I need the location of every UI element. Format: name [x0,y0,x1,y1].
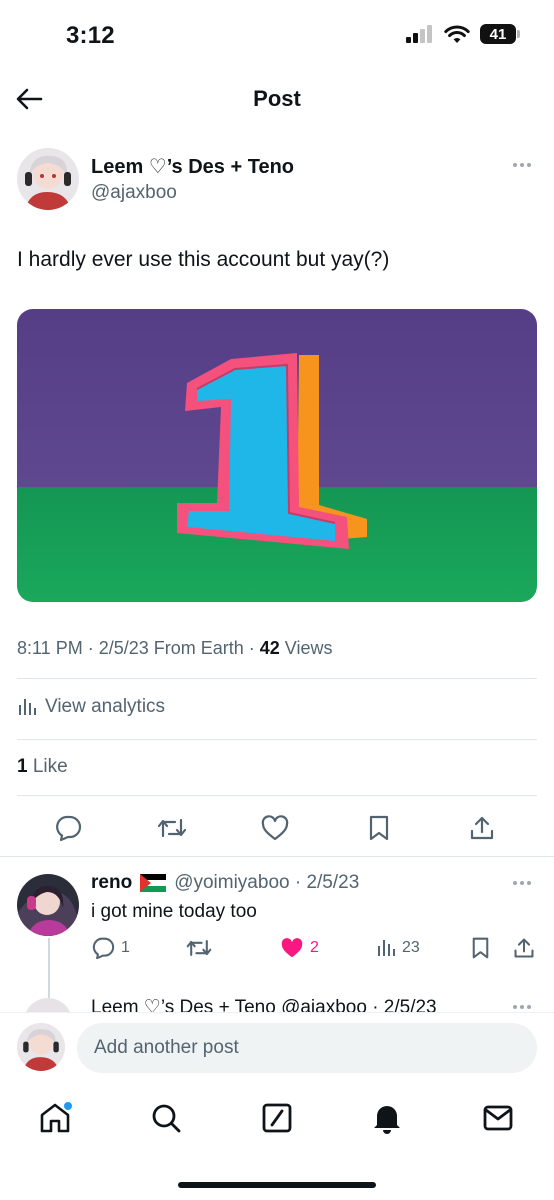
post-more-button[interactable] [510,160,534,170]
like-button[interactable] [259,812,291,844]
view-analytics-link[interactable]: View analytics [17,694,165,720]
next-reply-more-button[interactable] [510,1002,534,1012]
analytics-icon [19,699,36,715]
tab-home[interactable] [35,1098,75,1138]
post-text: I hardly ever use this account but yay(?… [17,248,390,271]
battery-indicator: 41 [480,24,520,44]
reply-author-avatar[interactable] [17,874,79,936]
likes-count: 1 [17,756,28,777]
post-action-bar [0,808,554,848]
author-name[interactable]: Leem ♡’s Des + Teno [91,154,294,179]
post-timestamp: 8:11 PM · 2/5/23 From Earth · [17,638,260,658]
share-button[interactable] [466,812,498,844]
repost-icon [157,818,187,838]
reply-icon [56,815,82,841]
author-avatar[interactable] [17,148,79,210]
views-label: Views [279,638,333,658]
author-avatar-image [17,148,79,210]
reply-more-button[interactable] [510,878,534,888]
cellular-signal-icon [406,25,432,43]
share-icon [514,938,534,958]
reply-author-name[interactable]: reno [91,872,132,894]
reply-composer [0,1012,554,1084]
view-analytics-label: View analytics [45,696,166,717]
divider [0,856,554,857]
reply-share-button[interactable] [513,936,535,960]
home-icon [40,1102,72,1133]
share-icon [470,816,494,840]
my-avatar [17,1023,65,1071]
reply-icon [92,937,115,959]
wifi-icon [444,25,470,43]
bookmark-icon [472,937,489,959]
reply-text: i got mine today too [91,901,257,922]
post-image[interactable] [17,309,537,602]
repost-icon [186,940,212,956]
views-count: 42 [259,638,280,658]
bookmark-button[interactable] [363,812,395,844]
number-one-artwork [17,309,537,602]
analytics-icon [378,940,395,956]
next-reply-preview[interactable]: Leem ♡’s Des + Teno @ajaxboo · 2/5/23 [0,990,554,1014]
home-indicator [178,1182,376,1188]
likes-label: Like [27,756,68,777]
tab-search[interactable] [146,1098,186,1138]
messages-icon [483,1105,513,1131]
like-icon [261,815,289,841]
post-meta: 8:11 PM · 2/5/23 From Earth · 42 Views [17,638,333,659]
post-author-row: Leem ♡’s Des + Teno @ajaxboo [0,148,554,218]
author-handle[interactable]: @ajaxboo [91,182,177,204]
reply-action-bar: 1 2 23 [91,936,537,960]
more-icon [513,881,517,885]
page-title: Post [253,86,301,111]
reply-views-button[interactable]: 23 [376,936,420,960]
divider [17,739,537,740]
battery-level: 41 [489,25,507,43]
status-icons: 41 [406,24,520,44]
reply-reply-count: 1 [121,939,130,956]
reply-like-count: 2 [310,939,319,956]
likes-count-row[interactable]: 1 Like [17,756,68,778]
tab-compose[interactable] [257,1098,297,1138]
divider [17,678,537,679]
reply-avatar-image [17,874,79,936]
repost-button[interactable] [156,812,188,844]
palestine-flag-icon [140,874,167,892]
my-avatar-image [17,1023,65,1071]
more-icon [513,163,517,167]
status-time: 3:12 [66,22,115,49]
reply-reply-button[interactable]: 1 [91,936,130,960]
divider [17,795,537,796]
status-bar: 3:12 41 [0,0,554,70]
add-post-input[interactable] [77,1023,537,1073]
bookmark-icon [369,815,389,841]
compose-icon [262,1103,292,1133]
more-icon [513,1005,517,1009]
reply-meta: @yoimiyaboo · 2/5/23 [174,872,360,893]
tab-messages[interactable] [478,1098,518,1138]
reply-repost-button[interactable] [186,936,212,960]
reply-view-count: 23 [402,939,420,956]
top-nav-bar: Post [0,70,554,128]
bottom-tab-bar [0,1084,554,1200]
reply-bookmark-button[interactable] [471,936,490,960]
reply-button[interactable] [52,812,84,844]
tab-notifications[interactable] [367,1098,407,1138]
notifications-icon [374,1106,400,1134]
liked-heart-icon [281,938,303,958]
search-icon [152,1104,181,1133]
reply-like-button[interactable]: 2 [280,936,319,960]
reply-header: reno 🇵🇸 @yoimiyaboo · 2/5/23 [91,872,359,894]
